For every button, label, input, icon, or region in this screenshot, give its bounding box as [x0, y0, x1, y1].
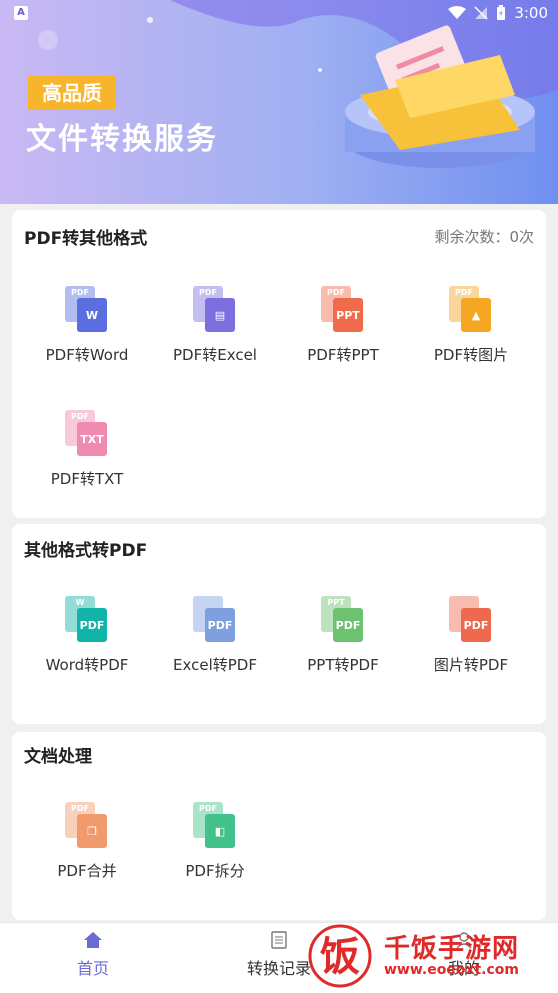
icon-front-label: PDF: [77, 608, 107, 642]
tool-label: PDF转TXT: [50, 470, 124, 488]
banner-headline: 文件转换服务: [26, 122, 218, 157]
tool-label: PDF转Excel: [173, 346, 257, 364]
status-bar: A 3:00: [0, 0, 558, 28]
pdf-to-ppt-icon: PDF PPT: [321, 286, 365, 334]
tool-pdf-to-txt[interactable]: PDF TXT PDF转TXT: [22, 410, 152, 489]
icon-front-label: ▲: [461, 298, 491, 332]
app-notification-icon: A: [14, 6, 28, 20]
pdf-to-excel-icon: PDF ▤: [193, 286, 237, 334]
tool-pdf-merge[interactable]: PDF ❐ PDF合并: [22, 802, 152, 881]
battery-icon: [497, 5, 506, 20]
pdf-merge-icon: PDF ❐: [65, 802, 109, 850]
tool-label: Excel转PDF: [173, 656, 257, 674]
tool-label: PDF拆分: [185, 862, 245, 880]
tool-pdf-to-excel[interactable]: PDF ▤ PDF转Excel: [150, 286, 280, 365]
icon-front-label: PDF: [205, 608, 235, 642]
pdf-to-word-icon: PDF W: [65, 286, 109, 334]
pdf-to-image-icon: PDF ▲: [449, 286, 493, 334]
tool-label: PDF转PPT: [307, 346, 379, 364]
icon-front-label: PPT: [333, 298, 363, 332]
promo-banner[interactable]: 高品质 文件转换服务: [0, 0, 558, 204]
tool-label: PDF转Word: [45, 346, 129, 364]
no-signal-icon: [474, 6, 488, 20]
tool-pdf-to-word[interactable]: PDF W PDF转Word: [22, 286, 152, 365]
tool-ppt-to-pdf[interactable]: PPT PDF PPT转PDF: [278, 596, 408, 675]
watermark-logo: 饭: [308, 924, 372, 988]
tool-label: PDF合并: [57, 862, 117, 880]
section-title: PDF转其他格式: [24, 229, 148, 249]
nav-label: 首页: [76, 959, 109, 978]
tool-label: PPT转PDF: [307, 656, 379, 674]
excel-to-pdf-icon: PDF: [193, 596, 237, 644]
tool-excel-to-pdf[interactable]: PDF Excel转PDF: [150, 596, 280, 675]
tool-word-to-pdf[interactable]: W PDF Word转PDF: [22, 596, 152, 675]
watermark-logo-char: 饭: [320, 934, 360, 980]
nav-home[interactable]: 首页: [43, 931, 143, 979]
other-to-pdf-card: 其他格式转PDF W PDF Word转PDF PDF Excel转PDF PP…: [12, 524, 546, 724]
remaining-count: 剩余次数：0次: [434, 228, 534, 246]
status-right: 3:00: [448, 4, 548, 22]
doc-process-card: 文档处理 PDF ❐ PDF合并 PDF ◧ PDF拆分: [12, 732, 546, 920]
tool-pdf-to-image[interactable]: PDF ▲ PDF转图片: [406, 286, 536, 365]
image-to-pdf-icon: PDF: [449, 596, 493, 644]
icon-front-label: ❐: [77, 814, 107, 848]
quality-badge: 高品质: [28, 76, 116, 110]
tool-image-to-pdf[interactable]: PDF 图片转PDF: [406, 596, 536, 675]
tool-label: Word转PDF: [45, 656, 129, 674]
section-title: 文档处理: [24, 747, 92, 767]
tool-label: 图片转PDF: [433, 656, 509, 674]
word-to-pdf-icon: W PDF: [65, 596, 109, 644]
icon-front-label: PDF: [461, 608, 491, 642]
pdf-split-icon: PDF ◧: [193, 802, 237, 850]
status-time: 3:00: [514, 4, 548, 22]
icon-front-label: TXT: [77, 422, 107, 456]
icon-front-label: PDF: [333, 608, 363, 642]
watermark-text: 千饭手游网: [384, 934, 520, 964]
home-icon: [84, 932, 102, 948]
ppt-to-pdf-icon: PPT PDF: [321, 596, 365, 644]
tool-label: PDF转图片: [433, 346, 509, 364]
tool-pdf-split[interactable]: PDF ◧ PDF拆分: [150, 802, 280, 881]
pdf-to-txt-icon: PDF TXT: [65, 410, 109, 458]
icon-front-label: W: [77, 298, 107, 332]
watermark-url: www.eoeoxt.com: [384, 962, 519, 978]
site-watermark: 饭 千饭手游网 www.eoeoxt.com: [302, 922, 552, 990]
wifi-icon: [448, 6, 467, 19]
tool-pdf-to-ppt[interactable]: PDF PPT PDF转PPT: [278, 286, 408, 365]
section-title: 其他格式转PDF: [24, 541, 148, 561]
icon-front-label: ▤: [205, 298, 235, 332]
document-list-icon: [271, 931, 287, 949]
icon-front-label: ◧: [205, 814, 235, 848]
pdf-to-other-card: PDF转其他格式 剩余次数：0次 PDF W PDF转Word PDF ▤ PD…: [12, 210, 546, 518]
